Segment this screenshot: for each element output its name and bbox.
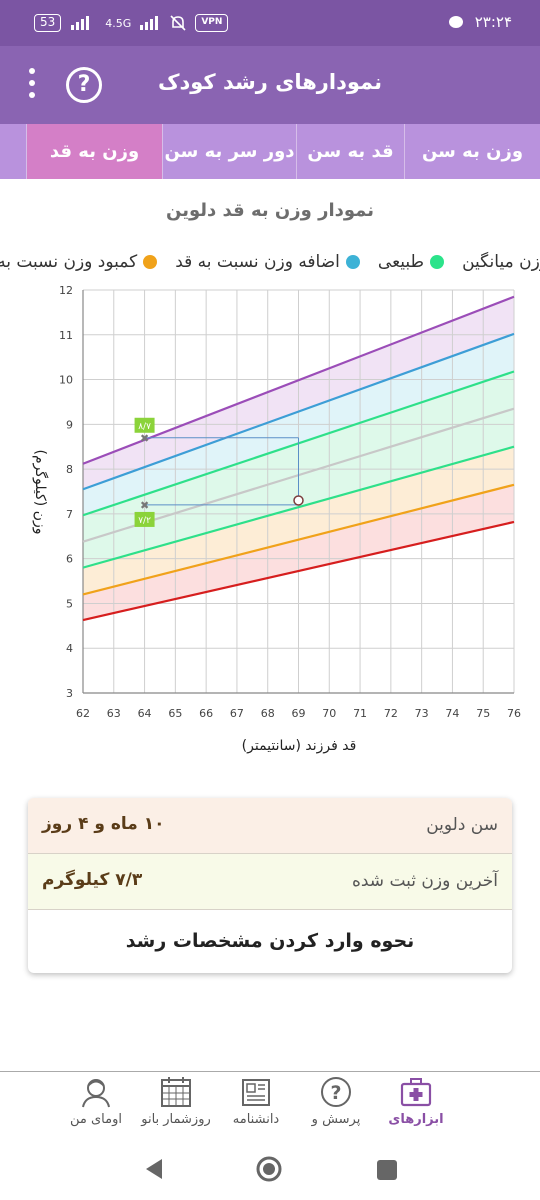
x-tick-label: 65 — [168, 707, 182, 720]
weight-row: آخرین وزن ثبت شده ۷/۳ کیلوگرم — [28, 854, 512, 910]
legend-item-average: وزن میانگین — [462, 252, 540, 272]
app-bar: ? نمودارهای رشد کودک — [0, 46, 540, 124]
x-tick-label: 68 — [261, 707, 275, 720]
chart-title: نمودار وزن به قد دلوین — [166, 200, 374, 221]
nav-profile[interactable]: اومای من — [56, 1072, 136, 1141]
battery-indicator: 53 — [34, 14, 62, 32]
tab-head-for-age[interactable]: دور سر به سن — [162, 124, 296, 179]
tab-height-for-age[interactable]: قد به سن — [296, 124, 404, 179]
legend-item-normal: طبیعی — [377, 252, 445, 272]
legend-dot — [345, 255, 360, 269]
status-bar: 53 4.5G VPN ۲۳:۲۴ — [0, 0, 540, 46]
age-value: ۱۰ ماه و ۴ روز — [42, 814, 165, 834]
bell-off-icon — [170, 15, 186, 31]
tab-bar: وزن به سن قد به سن دور سر به سن وزن به ق… — [0, 124, 540, 179]
child-data-point — [293, 495, 304, 506]
y-axis-title: وزن (کیلوگرم) — [32, 450, 49, 535]
chart-legend: وزن میانگین طبیعی اضافه وزن نسبت به قد ک… — [0, 250, 540, 280]
app-notification-icon — [448, 16, 463, 28]
system-navigation-bar — [0, 1141, 540, 1200]
clock: ۲۳:۲۴ — [474, 13, 512, 31]
growth-chart: 62 63 64 65 66 67 68 69 70 71 72 73 74 75 763456789101… — [32, 284, 521, 754]
x-tick-label: 62 — [76, 707, 90, 720]
range-marker: ✖ — [140, 499, 149, 512]
range-label-text: ۷/۲ — [138, 516, 151, 526]
age-label: سن دلوین — [426, 815, 498, 835]
help-icon[interactable]: ? — [66, 67, 102, 103]
tab-weight-for-height[interactable]: وزن به قد — [26, 124, 162, 179]
signal-icon — [140, 16, 159, 30]
legend-label: وزن میانگین — [462, 252, 540, 272]
x-axis-title: قد فرزند (سانتیمتر) — [242, 738, 357, 754]
bottom-navigation: ابزارهای ? پرسش و دانشنامه روزشمار بانو — [0, 1071, 540, 1141]
x-tick-label: 73 — [415, 707, 429, 720]
question-icon: ? — [321, 1077, 351, 1107]
x-tick-label: 76 — [507, 707, 521, 720]
weight-value: ۷/۳ کیلوگرم — [42, 870, 143, 890]
encyclopedia-icon — [242, 1079, 270, 1106]
calendar-icon — [161, 1077, 191, 1107]
legend-label: کمبود وزن نسبت به قد — [0, 252, 138, 272]
medical-kit-icon — [400, 1078, 432, 1107]
x-tick-label: 72 — [384, 707, 398, 720]
nav-label: روزشمار بانو — [141, 1112, 211, 1127]
legend-label: طبیعی — [377, 252, 425, 272]
y-tick-label: 7 — [66, 508, 73, 521]
y-tick-label: 4 — [66, 642, 73, 655]
legend-dot — [430, 255, 445, 269]
nav-label: اومای من — [70, 1112, 122, 1127]
recent-apps-icon[interactable] — [376, 1159, 398, 1181]
y-tick-label: 10 — [59, 374, 73, 387]
y-tick-label: 3 — [66, 687, 73, 700]
x-tick-label: 70 — [322, 707, 336, 720]
nav-label: ابزارهای — [388, 1112, 444, 1127]
x-tick-label: 75 — [476, 707, 490, 720]
signal-icon — [71, 16, 90, 30]
range-marker: ✖ — [140, 432, 149, 445]
legend-item-underweight: کمبود وزن نسبت به قد — [0, 252, 158, 272]
back-icon[interactable] — [143, 1157, 165, 1181]
range-label-text: ۸/۷ — [138, 422, 151, 432]
x-tick-label: 63 — [107, 707, 121, 720]
y-tick-label: 9 — [66, 418, 73, 431]
legend-item-overweight: اضافه وزن نسبت به قد — [175, 252, 360, 272]
how-to-enter-growth-button[interactable]: نحوه وارد کردن مشخصات رشد — [28, 910, 512, 972]
nav-questions[interactable]: ? پرسش و — [296, 1072, 376, 1141]
nav-label: دانشنامه — [232, 1112, 280, 1127]
y-tick-label: 6 — [66, 553, 73, 566]
nav-calendar[interactable]: روزشمار بانو — [136, 1072, 216, 1141]
y-tick-label: 8 — [66, 463, 73, 476]
age-row: سن دلوین ۱۰ ماه و ۴ روز — [28, 798, 512, 854]
profile-icon — [82, 1079, 110, 1108]
home-icon[interactable] — [255, 1155, 283, 1183]
svg-text:?: ? — [330, 1082, 341, 1104]
overflow-menu-icon[interactable] — [28, 68, 36, 104]
tab-overflow[interactable] — [0, 124, 26, 179]
legend-dot — [143, 255, 158, 269]
growth-info-card: سن دلوین ۱۰ ماه و ۴ روز آخرین وزن ثبت شد… — [28, 798, 512, 973]
tab-weight-for-age[interactable]: وزن به سن — [404, 124, 540, 179]
page-title: نمودارهای رشد کودک — [157, 70, 383, 94]
nav-label: پرسش و — [311, 1112, 361, 1127]
x-tick-label: 67 — [230, 707, 244, 720]
x-tick-label: 66 — [199, 707, 213, 720]
y-tick-label: 12 — [59, 284, 73, 297]
network-type: 4.5G — [105, 16, 132, 30]
nav-tools[interactable]: ابزارهای — [376, 1072, 456, 1141]
weight-label: آخرین وزن ثبت شده — [351, 871, 498, 891]
x-tick-label: 64 — [138, 707, 152, 720]
nav-encyclopedia[interactable]: دانشنامه — [216, 1072, 296, 1141]
x-tick-label: 74 — [445, 707, 459, 720]
x-tick-label: 71 — [353, 707, 367, 720]
y-tick-label: 11 — [59, 329, 73, 342]
legend-label: اضافه وزن نسبت به قد — [175, 252, 340, 272]
x-tick-label: 69 — [292, 707, 306, 720]
y-tick-label: 5 — [66, 597, 73, 610]
vpn-badge: VPN — [195, 14, 229, 32]
